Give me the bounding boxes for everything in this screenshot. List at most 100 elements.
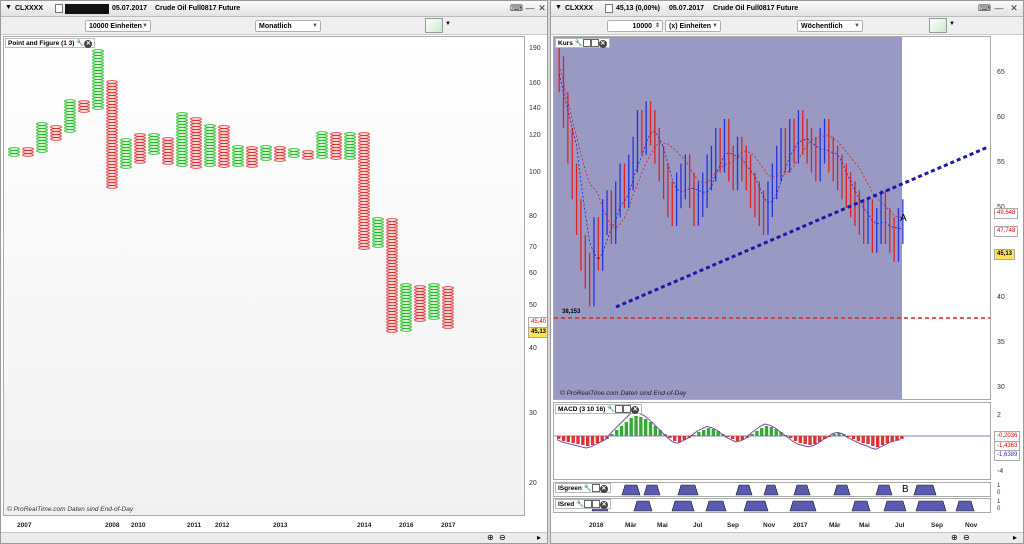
pf-o-mark: [442, 307, 454, 311]
window-icon[interactable]: [591, 484, 600, 493]
scroll-right-icon[interactable]: ▸: [537, 533, 541, 542]
pf-x-mark: [92, 88, 104, 92]
period-label: Wöchentlich: [801, 23, 843, 30]
zoom-in-icon[interactable]: ⊕: [951, 533, 958, 542]
pf-column-x: [204, 124, 216, 167]
pf-x-mark: [344, 138, 356, 142]
pf-x-mark: [64, 102, 76, 106]
pf-axis-tick: 80: [529, 213, 537, 220]
macd-hist-bar: [847, 436, 851, 437]
macd-hist-bar: [851, 436, 856, 439]
symbol-label[interactable]: CLXXXX: [565, 5, 593, 12]
pf-o-mark: [162, 137, 174, 141]
units-stepper[interactable]: 10000 ⇕: [607, 20, 663, 32]
pf-o-mark: [386, 218, 398, 222]
pf-o-mark: [106, 89, 118, 93]
pf-x-mark: [92, 91, 104, 95]
close-icon[interactable]: ✕: [536, 3, 547, 14]
pf-o-mark: [106, 137, 118, 141]
symbol-label[interactable]: CLXXXX: [15, 5, 43, 12]
pf-o-mark: [414, 312, 426, 316]
zoom-in-icon[interactable]: ⊕: [487, 533, 494, 542]
pf-x-mark: [92, 61, 104, 65]
window-icon[interactable]: [582, 39, 591, 48]
info-icon[interactable]: [605, 4, 613, 13]
zoom-out-icon[interactable]: ⊖: [499, 533, 506, 542]
dropdown-arrow-icon[interactable]: ▼: [5, 4, 12, 11]
pf-o-mark: [358, 207, 370, 211]
maximize-icon[interactable]: [590, 39, 599, 48]
close-icon[interactable]: ✕: [600, 501, 609, 509]
pf-o-mark: [106, 179, 118, 183]
pf-column-o: [22, 147, 34, 157]
macd-hist-bar: [726, 436, 730, 437]
pf-x-mark: [400, 304, 412, 308]
maximize-icon[interactable]: [623, 405, 632, 414]
pf-o-mark: [190, 129, 202, 133]
wrench-icon[interactable]: 🔧: [607, 406, 615, 413]
pf-x-mark: [400, 310, 412, 314]
pf-o-mark: [358, 201, 370, 205]
pf-x-mark: [400, 292, 412, 296]
pf-x-mark: [64, 117, 76, 121]
header-name: Crude Oil Full0817 Future: [713, 5, 799, 12]
pf-o-mark: [442, 301, 454, 305]
wrench-icon[interactable]: 🔧: [584, 485, 592, 492]
period-dropdown[interactable]: Monatlich ▼: [255, 20, 321, 32]
price-tag-3: 45,13: [994, 249, 1016, 260]
close-icon[interactable]: ✕: [1008, 3, 1020, 14]
keyboard-icon[interactable]: ⌨: [510, 3, 523, 14]
units-dropdown[interactable]: 10000 Einheiten ▼: [85, 20, 151, 32]
isgreen-title-text: ISgreen: [558, 485, 582, 492]
chart-settings-icon[interactable]: [425, 18, 443, 33]
close-icon[interactable]: ✕: [599, 485, 608, 493]
pf-x-mark: [204, 130, 216, 134]
zoom-out-icon[interactable]: ⊖: [963, 533, 970, 542]
period-dropdown[interactable]: Wöchentlich ▼: [797, 20, 863, 32]
chevron-down-icon[interactable]: ▼: [445, 21, 451, 27]
window-icon[interactable]: [615, 405, 624, 414]
wrench-icon[interactable]: 🔧: [575, 40, 583, 47]
pf-o-mark: [330, 153, 342, 157]
minimize-icon[interactable]: —: [524, 3, 536, 14]
pf-x-mark: [148, 151, 160, 155]
pf-o-mark: [386, 290, 398, 294]
scroll-right-icon[interactable]: ▸: [1013, 533, 1017, 542]
pf-o-mark: [330, 147, 342, 151]
stepper-icon[interactable]: ⇕: [655, 22, 660, 31]
pf-x-mark: [176, 112, 188, 116]
window-icon[interactable]: [584, 500, 593, 509]
minimize-icon[interactable]: —: [993, 3, 1005, 14]
pf-scrollbar[interactable]: ⊕ ⊖ ▸: [1, 532, 547, 543]
chevron-down-icon[interactable]: ▼: [949, 21, 955, 27]
pf-x-mark: [64, 111, 76, 115]
pf-o-mark: [358, 159, 370, 163]
pf-o-mark: [106, 119, 118, 123]
keyboard-icon[interactable]: ⌨: [978, 3, 991, 14]
wrench-icon[interactable]: 🔧: [576, 501, 584, 508]
pf-x-mark: [120, 162, 132, 166]
close-icon[interactable]: ✕: [631, 406, 640, 414]
chevron-down-icon: ▼: [312, 23, 318, 29]
close-icon[interactable]: ✕: [598, 40, 607, 48]
isred-pulse: [851, 500, 871, 512]
units-dropdown[interactable]: (x) Einheiten ▼: [665, 20, 721, 32]
pf-o-mark: [414, 318, 426, 322]
info-icon[interactable]: [55, 4, 63, 13]
dropdown-arrow-icon[interactable]: ▼: [555, 4, 562, 11]
pf-o-mark: [358, 237, 370, 241]
pf-o-mark: [302, 150, 314, 154]
pf-o-mark: [386, 284, 398, 288]
pf-x-mark: [316, 155, 328, 159]
maximize-icon[interactable]: [592, 500, 601, 509]
chevron-down-icon: ▼: [142, 23, 148, 29]
pf-o-mark: [358, 231, 370, 235]
pf-o-mark: [386, 236, 398, 240]
pf-o-mark: [246, 155, 258, 159]
chart-settings-icon[interactable]: [929, 18, 947, 33]
bar-scrollbar[interactable]: ⊕ ⊖ ▸: [551, 532, 1023, 543]
bar-x-tick: Jul: [693, 522, 703, 529]
pf-o-mark: [106, 140, 118, 144]
pf-axis-tick: 190: [529, 45, 541, 52]
pf-column-x: [316, 131, 328, 159]
